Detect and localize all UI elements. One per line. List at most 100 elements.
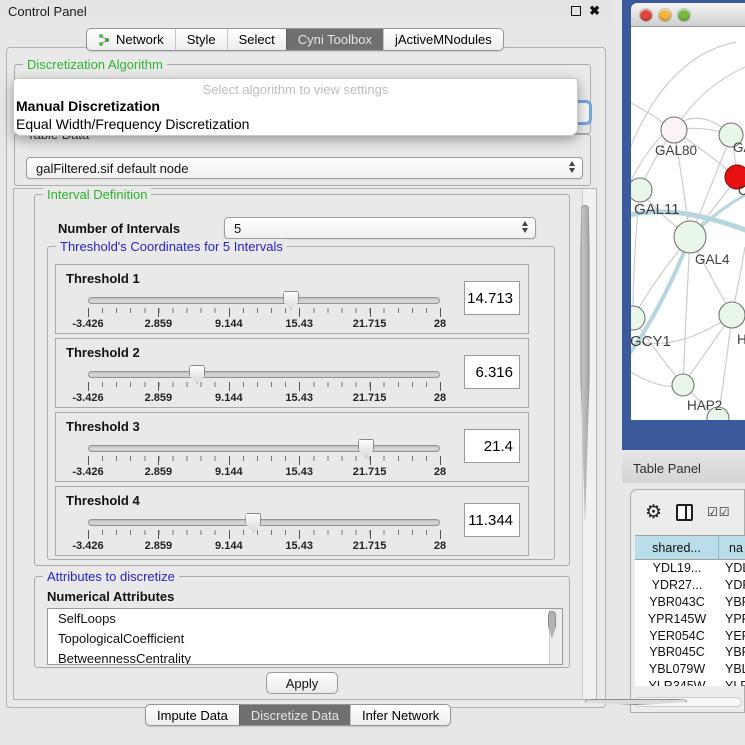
slider-track[interactable]	[88, 297, 440, 304]
network-canvas[interactable]: GAL80 GA GAL11 C GAL4 GCY1 H HAP2	[631, 27, 745, 420]
threshold-1-slider[interactable]: -3.426 2.859 9.144 15.43 21.715 28	[88, 291, 440, 333]
algorithm-option-manual[interactable]: Manual Discretization	[14, 97, 577, 115]
attributes-group-title: Attributes to discretize	[43, 569, 179, 584]
table-data-combobox[interactable]: galFiltered.sif default node	[26, 157, 583, 179]
column-header-name[interactable]: na	[719, 536, 745, 559]
node-table: shared... na YDL19...YDL1 YDR27...YDR2 Y…	[635, 535, 745, 686]
table-header-row: shared... na	[635, 535, 745, 560]
tab-network[interactable]: Network	[87, 29, 175, 50]
tick-label: 21.715	[353, 540, 387, 552]
slider-track[interactable]	[88, 371, 440, 378]
tick-label: 21.715	[353, 392, 387, 404]
screen: Control Panel ✖ Network Style Select Cyn…	[0, 0, 745, 745]
threshold-2-value-field[interactable]: 6.316	[464, 355, 520, 389]
tab-cyni-toolbox[interactable]: Cyni Toolbox	[286, 29, 383, 50]
tab-select-label: Select	[239, 32, 275, 47]
control-panel-titlebar: Control Panel ✖	[0, 0, 612, 22]
tab-jactivemnodules[interactable]: jActiveMNodules	[383, 29, 503, 50]
close-traffic-light-icon[interactable]	[640, 9, 652, 21]
threshold-coordinates-group-title: Threshold's Coordinates for 5 Intervals	[56, 239, 287, 254]
tab-style[interactable]: Style	[175, 29, 227, 50]
table-horizontal-scrollbar[interactable]	[634, 697, 742, 707]
table-row[interactable]: YDR27...YDR2	[635, 577, 745, 594]
attribute-item-topologicalcoefficient[interactable]: TopologicalCoefficient	[48, 629, 562, 649]
table-panel-titlebar: Table Panel	[622, 453, 745, 483]
node-label-gal80: GAL80	[655, 143, 697, 158]
threshold-4-slider[interactable]: -3.426 2.859 9.144 15.43 21.715 28	[88, 513, 440, 555]
table-row[interactable]: YDL19...YDL1	[635, 560, 745, 577]
float-window-icon[interactable]	[571, 6, 581, 16]
table-row[interactable]: YBR043CYBR0	[635, 594, 745, 611]
tab-jactivemnodules-label: jActiveMNodules	[395, 32, 492, 47]
threshold-3-label: Threshold 3	[66, 419, 140, 434]
settings-gear-icon[interactable]: ⚙	[645, 503, 662, 522]
tick-label: 28	[434, 392, 446, 404]
checkbox-filter-icons[interactable]: ☑☑	[707, 505, 731, 519]
attribute-item-betweennesscentrality[interactable]: BetweennessCentrality	[48, 649, 562, 665]
slider-track[interactable]	[88, 519, 440, 526]
node-label-hap2: HAP2	[687, 398, 722, 413]
apply-button[interactable]: Apply	[266, 672, 338, 694]
threshold-3-slider[interactable]: -3.426 2.859 9.144 15.43 21.715 28	[88, 439, 440, 481]
tick-label: 15.43	[285, 540, 313, 552]
slider-ticks	[88, 456, 440, 461]
table-row[interactable]: YPR145WYPR1	[635, 610, 745, 627]
vertical-scrollbar[interactable]	[582, 189, 596, 699]
tab-select[interactable]: Select	[227, 29, 286, 50]
threshold-1-value-field[interactable]: 14.713	[464, 281, 520, 315]
attributes-scrollbar-thumb[interactable]	[548, 611, 556, 639]
table-row[interactable]: YER054CYER0	[635, 627, 745, 644]
tick-label: 2.859	[145, 318, 173, 330]
network-view-window: GAL80 GA GAL11 C GAL4 GCY1 H HAP2	[622, 0, 745, 450]
network-tab-icon	[98, 33, 111, 46]
tab-impute-data[interactable]: Impute Data	[146, 705, 239, 725]
close-icon[interactable]: ✖	[589, 5, 600, 16]
threshold-2-label: Threshold 2	[66, 345, 140, 360]
tick-label: 21.715	[353, 318, 387, 330]
minimize-traffic-light-icon[interactable]	[659, 9, 671, 21]
tab-impute-data-label: Impute Data	[157, 708, 228, 723]
tab-infer-network[interactable]: Infer Network	[350, 705, 450, 725]
node-gal4	[674, 221, 706, 253]
slider-ticks	[88, 530, 440, 535]
attribute-item-selfloops[interactable]: SelfLoops	[48, 609, 562, 629]
threshold-2-slider[interactable]: -3.426 2.859 9.144 15.43 21.715 28	[88, 365, 440, 407]
node-label-gal11: GAL11	[634, 201, 680, 218]
tick-label: 28	[434, 540, 446, 552]
table-panel-title: Table Panel	[622, 461, 701, 476]
tick-label: 28	[434, 318, 446, 330]
threshold-1-label: Threshold 1	[66, 271, 140, 286]
tick-label: 9.144	[215, 466, 243, 478]
tab-discretize-data[interactable]: Discretize Data	[239, 705, 350, 725]
tick-label: 28	[434, 466, 446, 478]
numerical-attributes-list: SelfLoops TopologicalCoefficient Between…	[47, 608, 563, 665]
table-row[interactable]: YBR045CYBR0	[635, 644, 745, 661]
attributes-scrollbar[interactable]	[549, 609, 562, 664]
table-row[interactable]: YLR345WYLR3	[635, 678, 745, 686]
algorithm-option-equal-width[interactable]: Equal Width/Frequency Discretization	[14, 115, 577, 133]
tick-label: 9.144	[215, 540, 243, 552]
zoom-traffic-light-icon[interactable]	[678, 9, 690, 21]
node-label-partial-right: C	[738, 183, 745, 198]
tab-discretize-data-label: Discretize Data	[251, 708, 339, 723]
table-data-combobox-value: galFiltered.sif default node	[36, 161, 188, 176]
network-graph: GAL80 GA GAL11 C GAL4 GCY1 H HAP2	[631, 27, 745, 420]
node-gcy1	[631, 306, 645, 330]
tab-style-label: Style	[187, 32, 216, 47]
column-header-shared[interactable]: shared...	[635, 536, 719, 559]
table-row[interactable]: YBL079WYBL0	[635, 661, 745, 678]
slider-track[interactable]	[88, 445, 440, 452]
network-window-titlebar[interactable]	[631, 3, 745, 27]
interval-definition-group-title: Interval Definition	[43, 187, 151, 202]
tab-infer-network-label: Infer Network	[362, 708, 439, 723]
node-h	[719, 302, 745, 328]
split-columns-icon[interactable]	[676, 504, 693, 521]
number-of-intervals-combobox[interactable]: 5	[224, 217, 536, 239]
node-hap2	[672, 374, 694, 396]
tick-label: 15.43	[285, 392, 313, 404]
slider-ticks	[88, 382, 440, 387]
tick-label: 2.859	[145, 392, 173, 404]
threshold-4-value-field[interactable]: 11.344	[464, 503, 520, 537]
threshold-3-value-field[interactable]: 21.4	[464, 429, 520, 463]
vertical-scrollbar-thumb[interactable]	[581, 205, 590, 525]
